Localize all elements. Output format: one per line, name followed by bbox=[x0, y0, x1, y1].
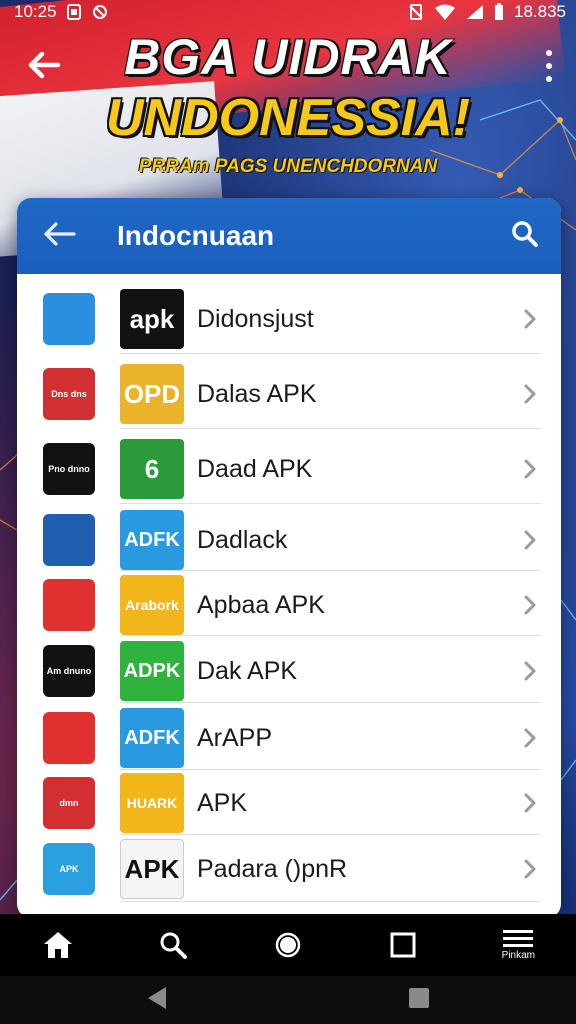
row-divider bbox=[120, 702, 541, 703]
chevron-right-icon bbox=[524, 530, 536, 550]
back-arrow-icon[interactable] bbox=[26, 50, 62, 80]
app-list-item[interactable]: Dns dns OPD Dalas APK bbox=[17, 359, 561, 429]
status-time: 10:25 bbox=[14, 2, 57, 21]
apk-badge: ADFK bbox=[120, 708, 184, 768]
row-divider bbox=[120, 834, 541, 835]
app-list-item[interactable]: ADFK ArAPP bbox=[17, 706, 561, 770]
app-list-panel: Indocnuaan apk Didonsjust Dns dns OPD Dalas … bbox=[17, 198, 561, 918]
app-logo-icon: APK bbox=[43, 843, 95, 895]
panel-title: Indocnuaan bbox=[117, 220, 275, 251]
nav-square[interactable] bbox=[363, 932, 443, 958]
panel-back-icon[interactable] bbox=[43, 221, 77, 252]
banner-title-line2: UNDONESSIA! bbox=[105, 89, 471, 147]
app-name: Apbaa APK bbox=[197, 590, 325, 619]
chevron-right-icon bbox=[524, 384, 536, 404]
home-icon bbox=[43, 932, 72, 958]
chevron-right-icon bbox=[524, 309, 536, 329]
app-name: Didonsjust bbox=[197, 304, 314, 333]
status-bar: 10:25 18.835 bbox=[0, 0, 576, 24]
chevron-right-icon bbox=[524, 859, 536, 879]
nav-menu-label: Pinkam bbox=[501, 949, 536, 961]
app-name: Dalas APK bbox=[197, 379, 317, 408]
app-logo-icon bbox=[43, 712, 95, 764]
row-divider bbox=[120, 353, 541, 354]
app-list-item[interactable]: Arabork Apbaa APK bbox=[17, 574, 561, 636]
app-name: APK bbox=[197, 788, 248, 817]
apk-badge: ADFK bbox=[120, 510, 184, 570]
system-recents-icon[interactable] bbox=[408, 987, 430, 1014]
nav-search[interactable] bbox=[133, 930, 213, 960]
app-logo-icon: Pno dnno bbox=[43, 443, 95, 495]
app-logo-icon bbox=[43, 293, 95, 345]
wifi-icon bbox=[434, 4, 456, 20]
app-logo-icon: dmn bbox=[43, 777, 95, 829]
nav-home[interactable] bbox=[18, 930, 98, 960]
apk-badge: 6 bbox=[120, 439, 184, 499]
banner-title-line1: BGA UIDRAK bbox=[124, 29, 452, 85]
overflow-menu-icon[interactable] bbox=[544, 50, 554, 82]
app-list-item[interactable]: Am dnuno ADPK Dak APK bbox=[17, 639, 561, 703]
app-name: Dak APK bbox=[197, 656, 298, 685]
row-divider bbox=[120, 635, 541, 636]
system-back-icon[interactable] bbox=[146, 985, 168, 1016]
chevron-right-icon bbox=[524, 459, 536, 479]
row-divider bbox=[120, 901, 541, 902]
row-divider bbox=[120, 769, 541, 770]
bottom-nav: Pinkam bbox=[0, 914, 576, 976]
app-name: Dadlack bbox=[197, 525, 288, 554]
apk-badge: HUARK bbox=[120, 773, 184, 833]
app-logo-icon: Am dnuno bbox=[43, 645, 95, 697]
battery-icon bbox=[494, 3, 504, 21]
app-name: Padara ()pnR bbox=[197, 854, 348, 883]
app-name: ArAPP bbox=[197, 723, 273, 752]
apk-badge: OPD bbox=[120, 364, 184, 424]
panel-header: Indocnuaan bbox=[17, 198, 561, 274]
app-list-item[interactable]: apk Didonsjust bbox=[17, 284, 561, 354]
row-divider bbox=[120, 570, 541, 571]
app-list-item[interactable]: Pno dnno 6 Daad APK bbox=[17, 434, 561, 504]
apk-badge: ADPK bbox=[120, 641, 184, 701]
nfc-icon bbox=[408, 4, 424, 20]
notification-icon bbox=[66, 4, 81, 20]
row-divider bbox=[120, 428, 541, 429]
app-list-item[interactable]: APK APK Padara ()pnR bbox=[17, 836, 561, 902]
system-nav-bar bbox=[0, 976, 576, 1024]
chevron-right-icon bbox=[524, 728, 536, 748]
app-logo-icon: Dns dns bbox=[43, 368, 95, 420]
nav-circle[interactable] bbox=[248, 931, 328, 959]
apk-badge: apk bbox=[120, 289, 184, 349]
signal-icon bbox=[466, 4, 484, 20]
app-list-item[interactable]: ADFK Dadlack bbox=[17, 509, 561, 571]
chevron-right-icon bbox=[524, 661, 536, 681]
search-icon bbox=[160, 932, 187, 959]
cast-icon bbox=[91, 4, 109, 20]
app-list-item[interactable]: dmn HUARK APK bbox=[17, 771, 561, 835]
apk-badge: Arabork bbox=[120, 575, 184, 635]
app-logo-icon bbox=[43, 579, 95, 631]
battery-text: 18.835 bbox=[514, 2, 566, 21]
square-icon bbox=[390, 932, 416, 958]
app-logo-icon bbox=[43, 514, 95, 566]
row-divider bbox=[120, 503, 541, 504]
search-icon[interactable] bbox=[511, 220, 539, 253]
nav-menu[interactable]: Pinkam bbox=[478, 929, 558, 961]
apk-badge: APK bbox=[120, 839, 184, 899]
circle-icon bbox=[275, 932, 301, 958]
banner-subtitle: PRRAm PAGS UNENCHDORNAN bbox=[138, 156, 438, 177]
chevron-right-icon bbox=[524, 793, 536, 813]
chevron-right-icon bbox=[524, 595, 536, 615]
menu-icon bbox=[503, 929, 534, 947]
app-name: Daad APK bbox=[197, 454, 313, 483]
